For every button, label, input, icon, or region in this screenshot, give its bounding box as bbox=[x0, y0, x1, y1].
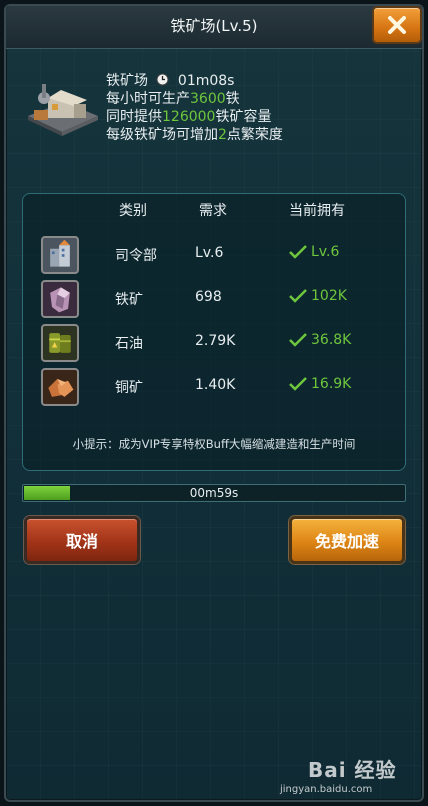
oil-barrel-icon bbox=[41, 324, 79, 362]
requirement-have: 16.9K bbox=[289, 376, 351, 392]
capacity-line: 同时提供126000铁矿容量 bbox=[106, 109, 272, 125]
requirement-name: 石油 bbox=[115, 336, 143, 352]
free-speedup-button[interactable]: 免费加速 bbox=[289, 516, 405, 564]
dialog-title: 铁矿场(Lv.5) bbox=[170, 17, 258, 35]
requirement-need: 698 bbox=[195, 289, 222, 305]
iron-mine-building-icon bbox=[28, 84, 98, 136]
requirement-row-oil: 石油 2.79K 36.8K bbox=[23, 322, 405, 362]
header-category: 类别 bbox=[119, 203, 147, 219]
checkmark-icon bbox=[289, 289, 307, 303]
headquarters-icon bbox=[41, 236, 79, 274]
prosperity-line: 每级铁矿场可增加2点繁荣度 bbox=[106, 127, 283, 143]
clock-icon bbox=[156, 73, 169, 86]
copper-ore-icon bbox=[41, 368, 79, 406]
requirement-have: Lv.6 bbox=[289, 244, 339, 260]
requirement-need: Lv.6 bbox=[195, 245, 224, 261]
vip-tip: 小提示：成为VIP专享特权Buff大幅缩减建造和生产时间 bbox=[72, 437, 356, 451]
requirements-panel: 类别 需求 当前拥有 司令部 Lv.6 Lv.6 铁矿 698 102K 石油 … bbox=[22, 193, 406, 471]
checkmark-icon bbox=[289, 377, 307, 391]
cancel-button[interactable]: 取消 bbox=[24, 516, 140, 564]
requirement-have: 102K bbox=[289, 288, 347, 304]
building-name: 铁矿场 bbox=[106, 73, 148, 89]
requirement-need: 1.40K bbox=[195, 377, 236, 393]
requirements-header: 类别 需求 当前拥有 bbox=[23, 194, 405, 222]
baidu-logo: Bai 经验 bbox=[308, 758, 397, 782]
requirement-row-headquarters: 司令部 Lv.6 Lv.6 bbox=[23, 234, 405, 274]
production-line: 每小时可生产3600铁 bbox=[106, 91, 240, 107]
header-have: 当前拥有 bbox=[289, 203, 345, 219]
close-button[interactable] bbox=[372, 6, 422, 44]
checkmark-icon bbox=[289, 245, 307, 259]
build-timer: 01m08s bbox=[177, 73, 235, 89]
requirement-have: 36.8K bbox=[289, 332, 351, 348]
requirement-row-copper: 铜矿 1.40K 16.9K bbox=[23, 366, 405, 406]
title-bar: 铁矿场(Lv.5) bbox=[6, 6, 422, 49]
iron-ore-icon bbox=[41, 280, 79, 318]
building-info: 铁矿场 01m08s 每小时可生产3600铁 同时提供126000铁矿容量 每级… bbox=[106, 72, 283, 144]
header-need: 需求 bbox=[199, 203, 227, 219]
requirement-name: 铁矿 bbox=[115, 292, 143, 308]
requirement-name: 司令部 bbox=[115, 248, 157, 264]
build-progress-bar: 00m59s bbox=[22, 484, 406, 502]
watermark: Bai 经验 jingyan.baidu.com bbox=[280, 754, 410, 800]
requirement-need: 2.79K bbox=[195, 333, 236, 349]
requirement-name: 铜矿 bbox=[115, 380, 143, 396]
requirement-row-iron: 铁矿 698 102K bbox=[23, 278, 405, 318]
watermark-url: jingyan.baidu.com bbox=[280, 784, 373, 795]
close-x-icon bbox=[388, 16, 406, 34]
checkmark-icon bbox=[289, 333, 307, 347]
progress-remaining-time: 00m59s bbox=[189, 486, 239, 500]
